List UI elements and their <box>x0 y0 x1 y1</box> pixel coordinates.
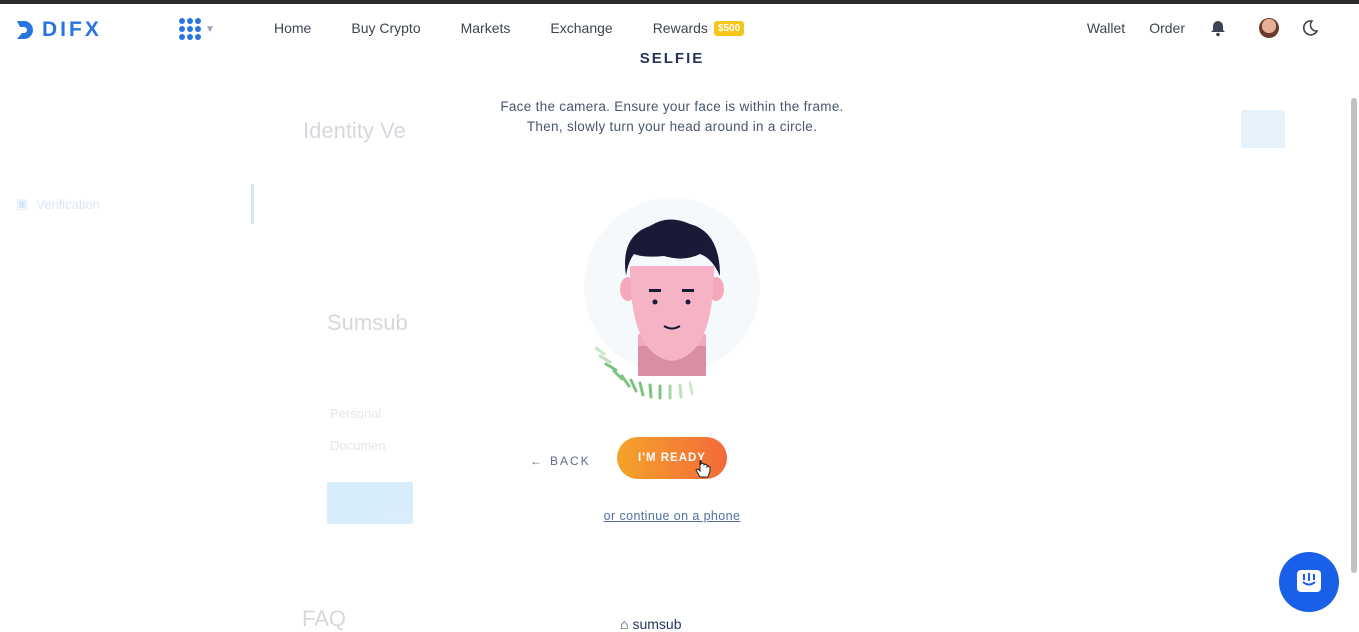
bg-row-documents: Documen <box>330 438 386 453</box>
apps-grid-icon <box>179 18 201 40</box>
sumsub-label: sumsub <box>632 616 682 632</box>
bg-sidebar-item: ▣ Verification <box>16 196 100 212</box>
sumsub-logo-icon: ⌂ <box>620 616 629 632</box>
page-scrollbar[interactable] <box>1351 98 1357 573</box>
nav-buy-crypto[interactable]: Buy Crypto <box>351 20 420 36</box>
brand-name: DIFX <box>42 18 102 41</box>
apps-menu-button[interactable]: ▼ <box>179 18 215 40</box>
nav-wallet[interactable]: Wallet <box>1087 20 1125 36</box>
selfie-modal: SELFIE Face the camera. Ensure your face… <box>412 50 932 632</box>
continue-on-phone-link[interactable]: or continue on a phone <box>412 509 932 523</box>
back-arrow-icon: ← <box>530 454 544 468</box>
selfie-title: SELFIE <box>639 50 705 67</box>
bg-active-indicator <box>251 184 254 224</box>
bg-id-icon: ▣ <box>16 196 29 211</box>
selfie-face-illustration <box>584 198 760 400</box>
nav-right: Wallet Order <box>1063 18 1319 38</box>
bg-provider-name: Sumsub <box>327 310 408 335</box>
nav-exchange[interactable]: Exchange <box>550 20 612 36</box>
bell-icon[interactable] <box>1209 19 1227 37</box>
bg-page-title: Identity Ve <box>303 118 406 143</box>
top-navigation: DIFX ▼ Home Buy Crypto Markets Exchange … <box>0 4 1359 56</box>
powered-by-sumsub: ⌂ sumsub <box>620 616 682 632</box>
back-label: BACK <box>550 454 591 468</box>
pointer-cursor-icon <box>695 460 711 478</box>
nav-rewards-label: Rewards <box>652 20 708 36</box>
chat-button[interactable] <box>1279 552 1339 612</box>
instruction-line-1: Face the camera. Ensure your face is wit… <box>500 99 844 114</box>
bg-sidebar-label: Verification <box>36 196 100 212</box>
moon-icon[interactable] <box>1301 19 1319 37</box>
nav-home[interactable]: Home <box>274 20 311 36</box>
chevron-down-icon: ▼ <box>205 23 215 35</box>
difx-logo-icon <box>17 21 33 39</box>
instruction-line-2: Then, slowly turn your head around in a … <box>526 119 818 134</box>
bg-faq-heading: FAQ <box>302 606 347 631</box>
main-nav: Home Buy Crypto Markets Exchange Rewards… <box>274 20 784 36</box>
bg-row-personal: Personal <box>330 406 382 421</box>
user-avatar[interactable] <box>1259 18 1279 38</box>
nav-rewards[interactable]: Rewards $500 <box>653 20 745 36</box>
back-button[interactable]: ← BACK <box>530 454 591 468</box>
selfie-instructions: Face the camera. Ensure your face is wit… <box>412 97 932 137</box>
id-card-icon <box>1241 110 1285 148</box>
bg-start-button <box>327 482 413 524</box>
difx-logo[interactable]: DIFX <box>14 18 102 42</box>
chat-icon <box>1297 570 1321 592</box>
rewards-badge: $500 <box>713 20 745 36</box>
nav-markets[interactable]: Markets <box>461 20 511 36</box>
nav-order[interactable]: Order <box>1149 20 1185 36</box>
